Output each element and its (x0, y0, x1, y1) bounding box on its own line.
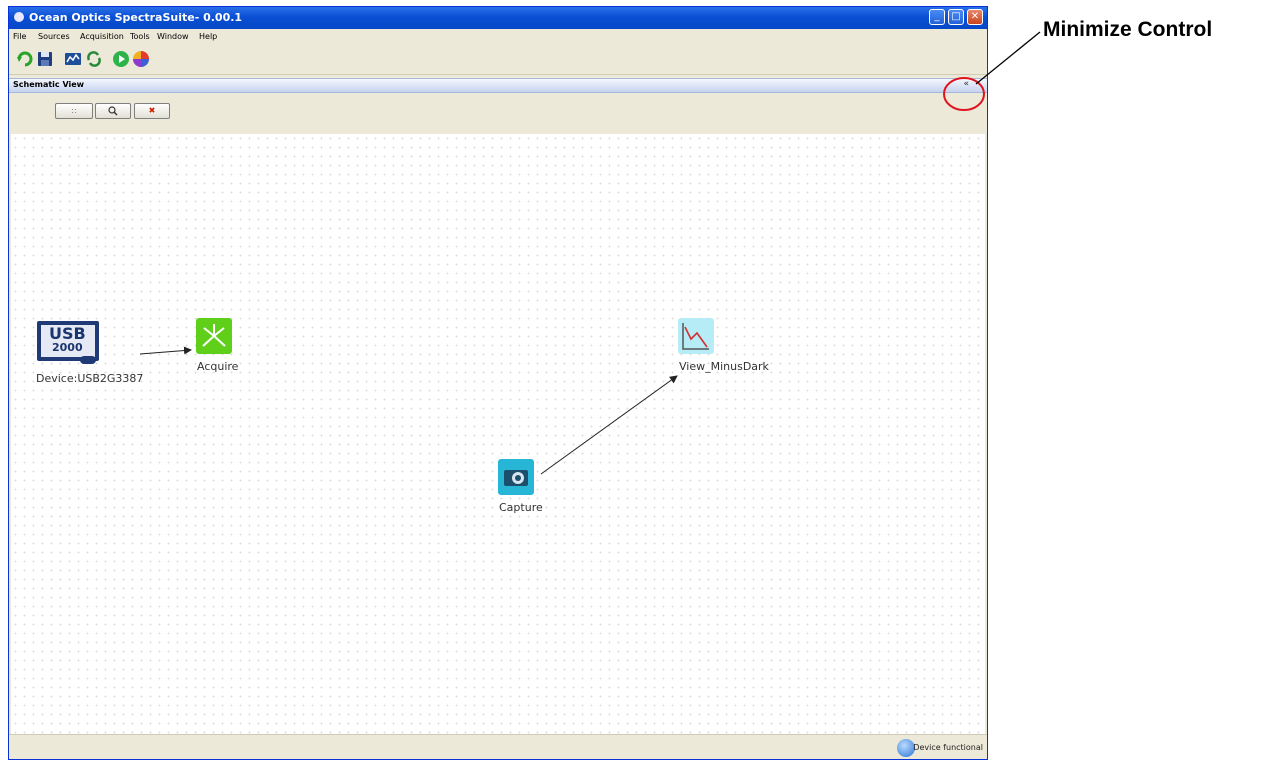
delete-button[interactable]: ✖ (134, 103, 170, 119)
spectrum-view-icon (678, 318, 714, 354)
schematic-view-header: Schematic View « (9, 78, 987, 93)
capture-to-view-arrow (540, 375, 678, 475)
schematic-toolbar: :: ✖ (9, 93, 987, 133)
view-node[interactable] (677, 317, 715, 360)
zoom-button[interactable] (95, 103, 131, 119)
menu-window[interactable]: Window (157, 32, 189, 41)
device-node[interactable]: USB 2000 (36, 320, 102, 371)
close-button[interactable]: ✕ (967, 9, 983, 25)
annotation-label: Minimize Control (1043, 18, 1213, 41)
app-window: Ocean Optics SpectraSuite- 0.00.1 _ □ ✕ … (8, 6, 988, 760)
app-icon (14, 12, 24, 22)
window-title: Ocean Optics SpectraSuite- 0.00.1 (29, 11, 243, 24)
refresh-icon[interactable] (16, 50, 34, 68)
view-label: View_MinusDark (679, 360, 769, 373)
menu-help[interactable]: Help (199, 32, 217, 41)
connectors (139, 346, 678, 475)
minimize-control-button[interactable]: « (963, 79, 969, 89)
capture-label: Capture (499, 501, 543, 514)
acquire-label: Acquire (197, 360, 239, 373)
acquire-icon (196, 318, 232, 354)
usb-model-text: 2000 (52, 341, 83, 354)
menu-bar: File Sources Acquisition Tools Window He… (9, 29, 987, 44)
save-icon[interactable] (36, 50, 54, 68)
status-bar: Device functional (9, 734, 987, 759)
reload-icon[interactable] (85, 50, 103, 68)
device-to-acquire-arrow (139, 346, 192, 355)
select-button[interactable]: :: (55, 103, 93, 119)
menu-acquisition[interactable]: Acquisition (80, 32, 124, 41)
play-icon[interactable] (112, 50, 130, 68)
color-wheel-icon[interactable] (132, 50, 150, 68)
menu-sources[interactable]: Sources (38, 32, 70, 41)
device-label: Device:USB2G3387 (36, 372, 144, 385)
menu-tools[interactable]: Tools (130, 32, 150, 41)
magnifier-icon (108, 106, 118, 118)
maximize-button[interactable]: □ (948, 9, 964, 25)
title-bar[interactable]: Ocean Optics SpectraSuite- 0.00.1 _ □ ✕ (9, 7, 987, 29)
camera-icon (498, 459, 534, 495)
main-toolbar (9, 44, 987, 75)
status-text: Device functional (913, 743, 983, 752)
acquire-node[interactable] (195, 317, 233, 360)
menu-file[interactable]: File (13, 32, 26, 41)
spectrum-icon[interactable] (64, 50, 82, 68)
capture-node[interactable] (497, 458, 535, 501)
schematic-canvas[interactable]: USB 2000 Device:USB2G3387 Acquire View_M… (11, 134, 985, 734)
minimize-button[interactable]: _ (929, 9, 945, 25)
panel-title: Schematic View (13, 80, 85, 89)
